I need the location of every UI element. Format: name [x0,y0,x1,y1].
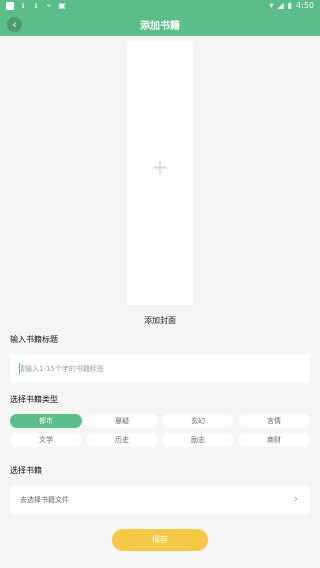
plus-icon: + [151,155,169,179]
genre-chip[interactable]: 商财 [238,433,310,447]
page-title: 添加书籍 [140,21,180,32]
signal-icon: ◢ [277,1,284,10]
usb-icon: ⌁ [46,1,52,10]
title-section-label: 输入书籍标题 [10,335,58,344]
download-icon: ⭳ [21,1,25,10]
genre-chip[interactable]: 悬疑 [86,414,158,428]
status-icons-left: ⭳ ⭳ ⌁ ▣ [6,2,66,10]
status-time: 4:50 [296,1,314,10]
genre-chip[interactable]: 文学 [10,433,82,447]
genre-chip-group: 都市 悬疑 玄幻 言情 文学 历史 励志 商财 [10,414,310,447]
app-icon [6,2,14,10]
genre-chip[interactable]: 历史 [86,433,158,447]
wifi-icon: ▾ [269,1,274,10]
battery-icon: ▮ [287,1,293,10]
cover-upload[interactable]: + [127,41,193,305]
download-icon: ⭳ [34,1,38,10]
genre-section-label: 选择书籍类型 [10,395,58,404]
save-button[interactable]: 保存 [112,529,208,551]
genre-chip[interactable]: 言情 [238,414,310,428]
status-bar: ⭳ ⭳ ⌁ ▣ ▾ ◢ ▮ 4:50 [0,0,320,13]
app-bar: ‹ 添加书籍 [0,13,320,36]
file-picker-text: 去选择书籍文件 [20,496,69,504]
file-picker-row[interactable]: 去选择书籍文件 › [10,485,310,515]
title-input-container[interactable] [10,354,310,383]
genre-chip[interactable]: 玄幻 [162,414,234,428]
genre-chip[interactable]: 都市 [10,414,82,428]
chevron-right-icon: › [293,492,298,505]
status-icons-right: ▾ ◢ ▮ 4:50 [269,1,314,10]
book-title-input[interactable] [18,362,298,375]
file-section-label: 选择书籍 [10,466,42,475]
genre-chip[interactable]: 励志 [162,433,234,447]
sim-icon: ▣ [58,1,66,10]
cover-label: 添加封面 [144,316,176,325]
